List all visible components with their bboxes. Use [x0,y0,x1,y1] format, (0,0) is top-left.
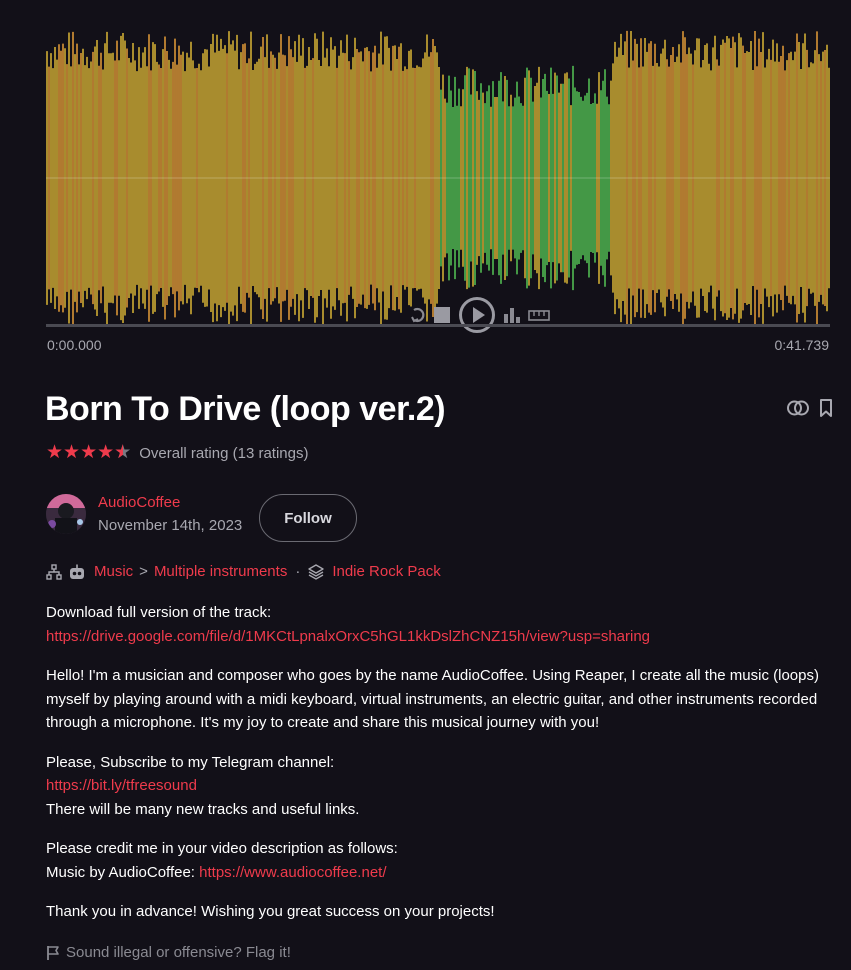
spectrum-icon[interactable] [502,305,522,325]
robot-icon [68,564,86,580]
flag-text: Sound illegal or offensive? Flag it! [66,944,291,961]
flag-link[interactable]: Sound illegal or offensive? Flag it! [46,944,291,961]
waveform-display[interactable] [46,30,830,333]
compare-icon[interactable] [786,398,810,423]
rating-stars[interactable]: ★ ★ ★ ★ ★★ [46,443,131,463]
intro-text: Hello! I'm a musician and composer who g… [46,667,819,731]
telegram-note: There will be many new tracks and useful… [46,800,360,818]
play-icon[interactable] [458,296,496,334]
track-title: Born To Drive (loop ver.2) [45,390,446,428]
title-actions [786,398,834,423]
half-star-icon[interactable]: ★★ [114,443,131,463]
breadcrumb-subcategory[interactable]: Multiple instruments [154,563,287,580]
stop-icon[interactable] [432,305,452,325]
breadcrumb-dot: · [295,563,301,580]
breadcrumb-music[interactable]: Music [94,563,133,580]
download-link[interactable]: https://drive.google.com/file/d/1MKCtLpn… [46,628,650,645]
credit-label: Please credit me in your video descripti… [46,840,398,857]
telegram-link[interactable]: https://bit.ly/tfreesound [46,777,197,794]
avatar[interactable] [46,494,86,534]
telegram-label: Please, Subscribe to my Telegram channel… [46,753,335,771]
time-end: 0:41.739 [774,337,830,353]
flag-icon [46,945,60,961]
credit-link[interactable]: https://www.audiocoffee.net/ [199,864,386,881]
waveform[interactable] [46,30,830,326]
follow-button[interactable]: Follow [259,494,357,542]
author: AudioCoffee November 14th, 2023 [46,494,242,534]
download-label: Download full version of the track: [46,604,272,621]
star-icon[interactable]: ★ [63,443,80,463]
star-icon[interactable]: ★ [97,443,114,463]
thanks-text: Thank you in advance! Wishing you great … [46,903,495,920]
ruler-icon[interactable] [528,308,550,322]
star-icon[interactable]: ★ [80,443,97,463]
credit-prefix: Music by AudioCoffee: [46,863,200,881]
description: Download full version of the track: http… [46,601,836,940]
loop-icon[interactable] [410,304,426,326]
breadcrumb: Music > Multiple instruments · Indie Roc… [46,563,441,580]
sitemap-icon [46,563,62,580]
rating-text: Overall rating (13 ratings) [139,444,309,462]
rating: ★ ★ ★ ★ ★★ Overall rating (13 ratings) [46,443,308,463]
author-name[interactable]: AudioCoffee [98,494,242,511]
player-controls [410,296,550,334]
time-start: 0:00.000 [47,337,102,353]
bookmark-icon[interactable] [818,398,834,423]
progress-bar[interactable] [46,324,830,327]
breadcrumb-separator: > [139,563,148,580]
layers-icon [308,563,325,580]
star-icon[interactable]: ★ [46,443,63,463]
upload-date: November 14th, 2023 [98,517,243,534]
breadcrumb-pack[interactable]: Indie Rock Pack [332,563,440,580]
